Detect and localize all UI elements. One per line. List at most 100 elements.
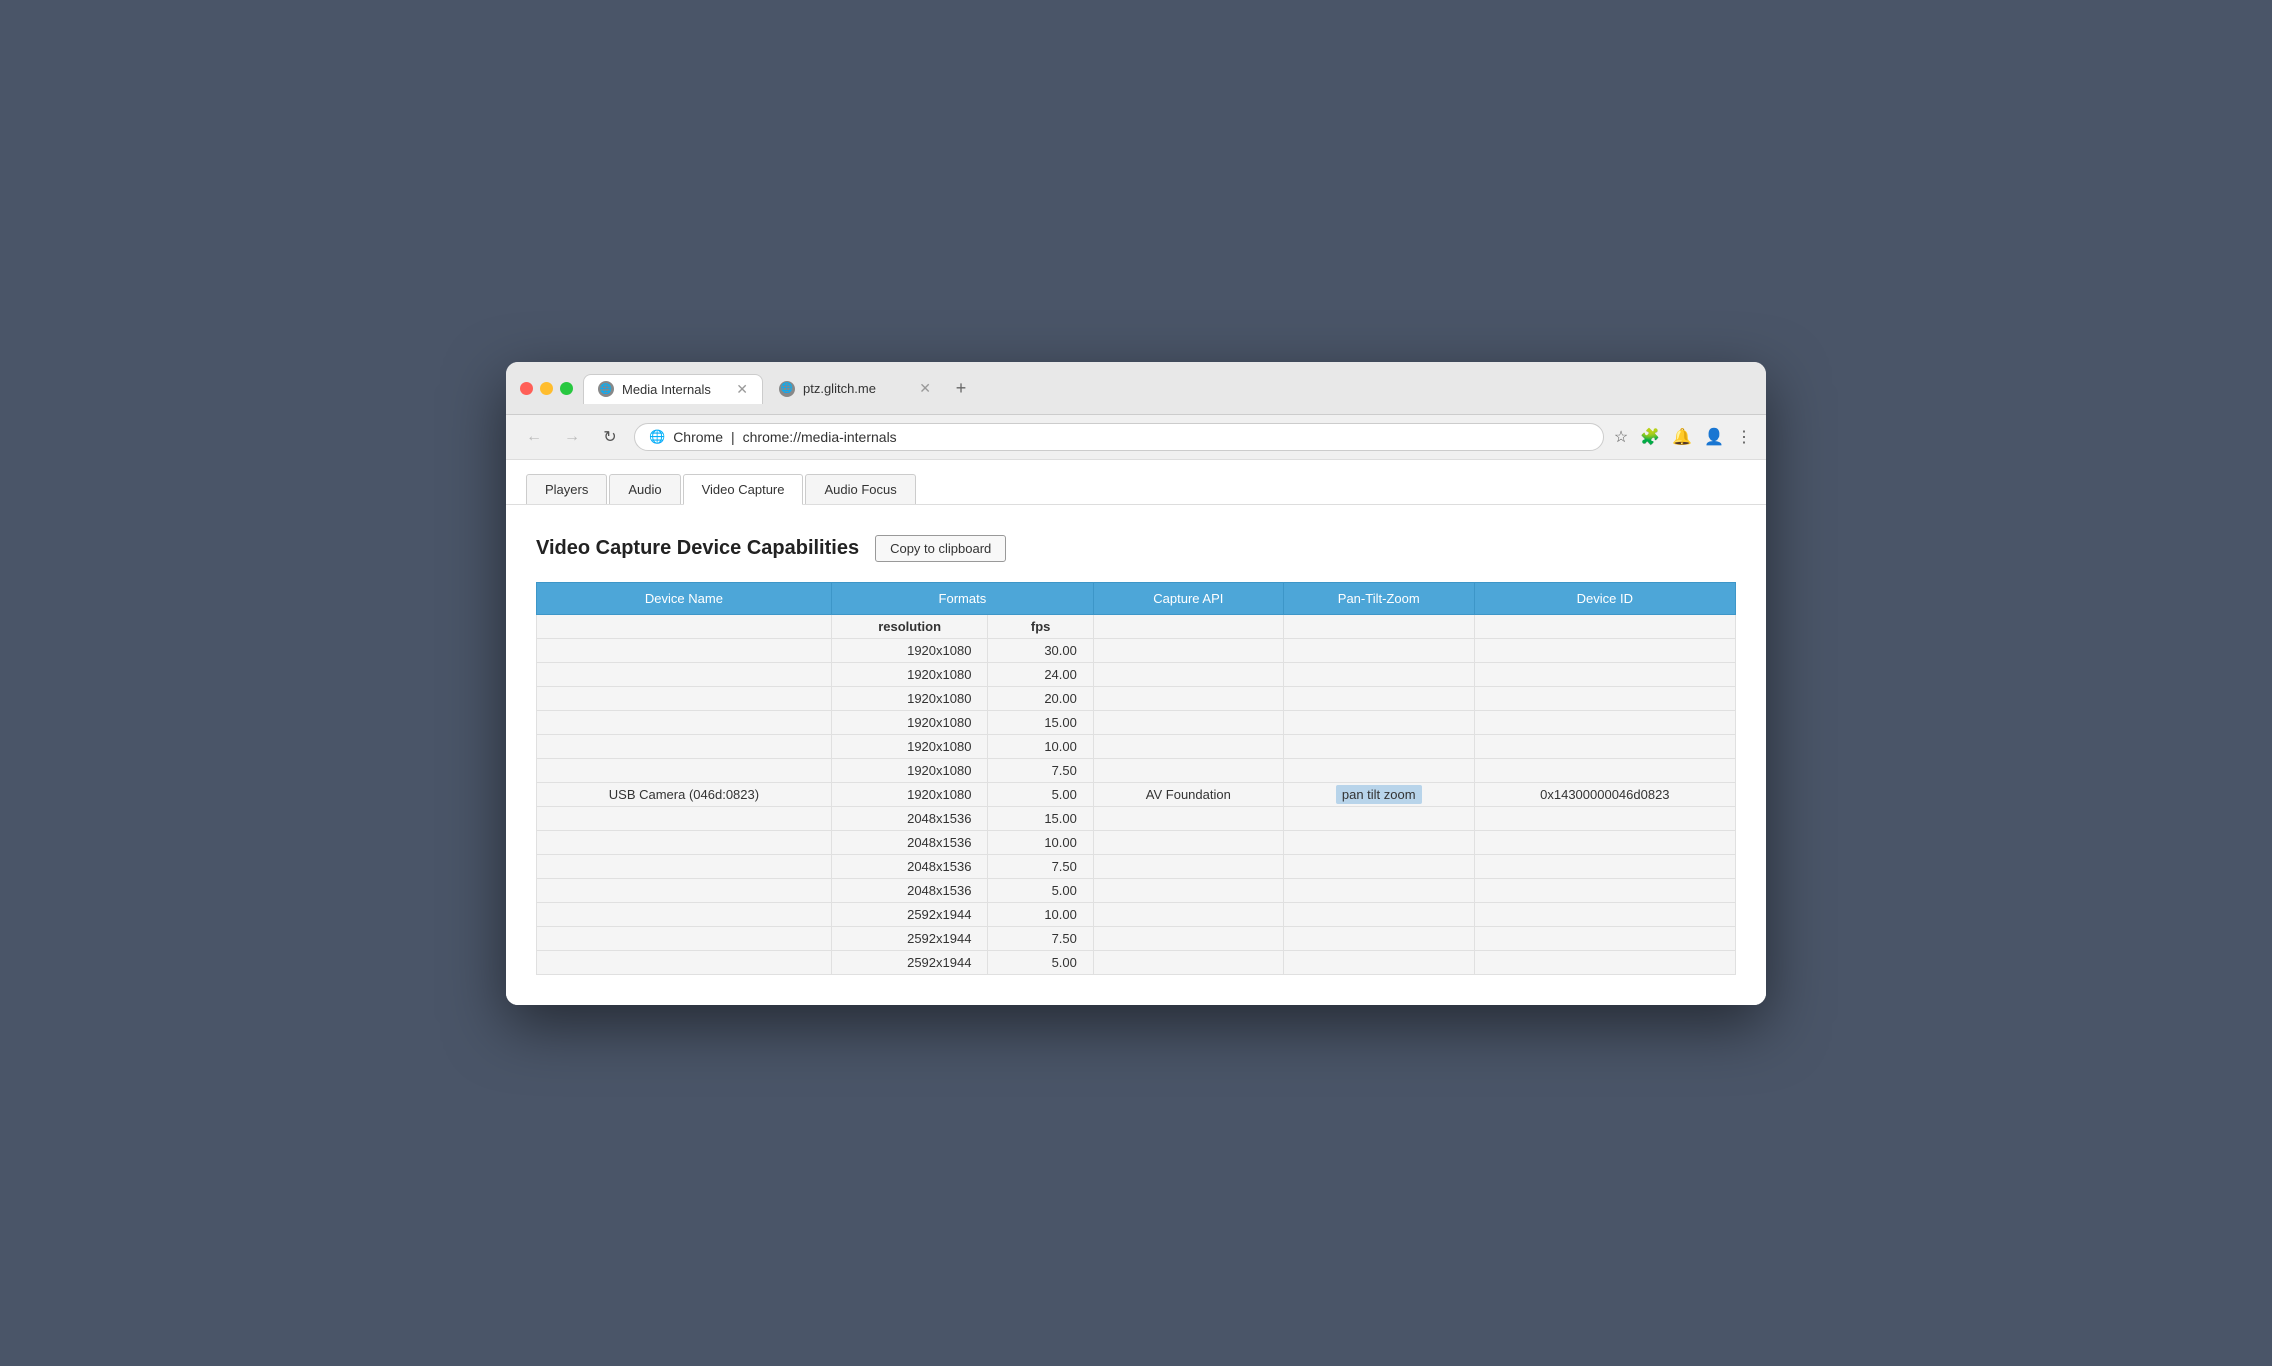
profile-icon[interactable]: 👤 xyxy=(1704,427,1724,447)
cell-ptz xyxy=(1283,806,1474,830)
cell-device-id xyxy=(1474,902,1735,926)
cell-device-id xyxy=(1474,878,1735,902)
forward-button[interactable]: → xyxy=(558,423,586,451)
omnibox-bar: ← → ↻ 🌐 Chrome | chrome://media-internal… xyxy=(506,415,1766,460)
cell-device xyxy=(537,926,832,950)
cell-ptz xyxy=(1283,710,1474,734)
address-separator: | xyxy=(731,429,735,445)
table-row: 2048x1536 15.00 xyxy=(537,806,1736,830)
copy-to-clipboard-button[interactable]: Copy to clipboard xyxy=(875,535,1006,562)
cell-api xyxy=(1093,734,1283,758)
tab-video-capture[interactable]: Video Capture xyxy=(683,474,804,505)
table-row-main: USB Camera (046d:0823) 1920x1080 5.00 AV… xyxy=(537,782,1736,806)
cell-device xyxy=(537,854,832,878)
col-ptz: Pan-Tilt-Zoom xyxy=(1283,582,1474,614)
table-row: 2592x1944 10.00 xyxy=(537,902,1736,926)
cell-fps: 15.00 xyxy=(988,710,1093,734)
cell-resolution-header: resolution xyxy=(831,614,988,638)
cell-api xyxy=(1093,662,1283,686)
cell-ptz xyxy=(1283,734,1474,758)
cell-empty-device-id xyxy=(1474,614,1735,638)
cell-device xyxy=(537,830,832,854)
table-row: 1920x1080 15.00 xyxy=(537,710,1736,734)
cell-device xyxy=(537,758,832,782)
cell-api xyxy=(1093,638,1283,662)
notifications-icon[interactable]: 🔔 xyxy=(1672,427,1692,447)
table-row: 1920x1080 24.00 xyxy=(537,662,1736,686)
tab-close-icon-2[interactable]: ✕ xyxy=(919,380,931,397)
cell-resolution: 1920x1080 xyxy=(831,734,988,758)
maximize-button[interactable] xyxy=(560,382,573,395)
cell-ptz xyxy=(1283,638,1474,662)
cell-resolution: 1920x1080 xyxy=(831,662,988,686)
cell-api xyxy=(1093,854,1283,878)
close-button[interactable] xyxy=(520,382,533,395)
table-row: 2592x1944 7.50 xyxy=(537,926,1736,950)
cell-ptz xyxy=(1283,662,1474,686)
back-button[interactable]: ← xyxy=(520,423,548,451)
cell-device xyxy=(537,710,832,734)
cell-api xyxy=(1093,830,1283,854)
capabilities-table: Device Name Formats Capture API Pan-Tilt… xyxy=(536,582,1736,975)
chrome-internal-tabs: Players Audio Video Capture Audio Focus xyxy=(506,460,1766,505)
cell-fps: 15.00 xyxy=(988,806,1093,830)
cell-api xyxy=(1093,902,1283,926)
address-url: chrome://media-internals xyxy=(743,429,897,445)
tab-players[interactable]: Players xyxy=(526,474,607,504)
tab-audio-focus[interactable]: Audio Focus xyxy=(805,474,915,504)
cell-device-id xyxy=(1474,950,1735,974)
cell-resolution: 2592x1944 xyxy=(831,902,988,926)
cell-device-id xyxy=(1474,806,1735,830)
cell-device-id xyxy=(1474,638,1735,662)
address-bar[interactable]: 🌐 Chrome | chrome://media-internals xyxy=(634,423,1604,451)
minimize-button[interactable] xyxy=(540,382,553,395)
cell-ptz xyxy=(1283,854,1474,878)
tab-audio[interactable]: Audio xyxy=(609,474,680,504)
ptz-value: pan tilt zoom xyxy=(1336,785,1422,804)
cell-ptz xyxy=(1283,878,1474,902)
cell-resolution: 1920x1080 xyxy=(831,638,988,662)
cell-api xyxy=(1093,950,1283,974)
cell-device xyxy=(537,638,832,662)
cell-resolution: 1920x1080 xyxy=(831,758,988,782)
cell-fps: 20.00 xyxy=(988,686,1093,710)
table-row: 1920x1080 7.50 xyxy=(537,758,1736,782)
browser-tab-media-internals[interactable]: 🌐 Media Internals ✕ xyxy=(583,374,763,404)
cell-device xyxy=(537,878,832,902)
extensions-icon[interactable]: 🧩 xyxy=(1640,427,1660,447)
cell-api xyxy=(1093,806,1283,830)
star-icon[interactable]: ☆ xyxy=(1614,427,1628,447)
browser-tabs-bar: 🌐 Media Internals ✕ 🌐 ptz.glitch.me ✕ + xyxy=(583,374,1752,404)
security-icon: 🌐 xyxy=(649,429,665,445)
cell-device xyxy=(537,806,832,830)
browser-tab-ptz[interactable]: 🌐 ptz.glitch.me ✕ xyxy=(765,374,945,403)
cell-ptz xyxy=(1283,830,1474,854)
cell-resolution: 2592x1944 xyxy=(831,926,988,950)
cell-device-id xyxy=(1474,830,1735,854)
cell-device xyxy=(537,686,832,710)
new-tab-button[interactable]: + xyxy=(947,375,975,403)
tab-favicon: 🌐 xyxy=(598,381,614,397)
cell-resolution: 2048x1536 xyxy=(831,854,988,878)
cell-fps: 7.50 xyxy=(988,854,1093,878)
cell-fps: 30.00 xyxy=(988,638,1093,662)
menu-icon[interactable]: ⋮ xyxy=(1736,427,1752,447)
cell-fps: 10.00 xyxy=(988,830,1093,854)
table-row: 2048x1536 5.00 xyxy=(537,878,1736,902)
reload-button[interactable]: ↻ xyxy=(596,423,624,451)
browser-window: 🌐 Media Internals ✕ 🌐 ptz.glitch.me ✕ + … xyxy=(506,362,1766,1005)
tab-favicon-2: 🌐 xyxy=(779,381,795,397)
cell-device-id xyxy=(1474,854,1735,878)
table-row: 2048x1536 10.00 xyxy=(537,830,1736,854)
cell-fps: 7.50 xyxy=(988,926,1093,950)
col-device-id: Device ID xyxy=(1474,582,1735,614)
cell-api-main: AV Foundation xyxy=(1093,782,1283,806)
cell-device-id xyxy=(1474,710,1735,734)
section-title: Video Capture Device Capabilities xyxy=(536,537,859,560)
col-device-name: Device Name xyxy=(537,582,832,614)
tab-close-icon[interactable]: ✕ xyxy=(736,381,748,398)
cell-empty-api xyxy=(1093,614,1283,638)
table-row: 2592x1944 5.00 xyxy=(537,950,1736,974)
main-content: Video Capture Device Capabilities Copy t… xyxy=(506,505,1766,1005)
cell-device-id xyxy=(1474,758,1735,782)
